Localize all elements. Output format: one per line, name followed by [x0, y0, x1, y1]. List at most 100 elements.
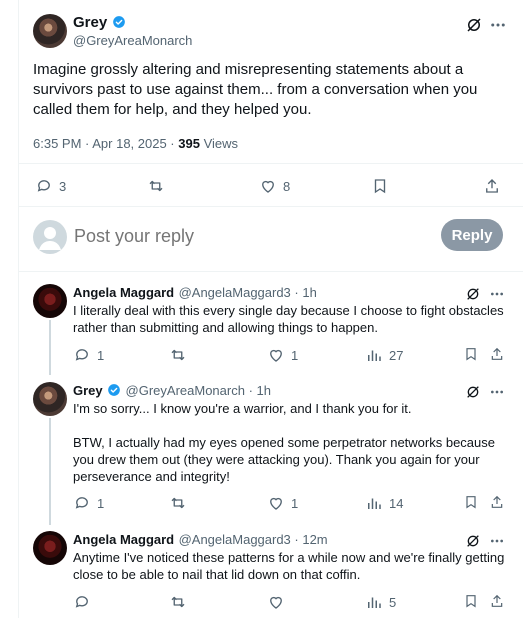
reply-text-line: you drew them out (they were attacking y… — [73, 452, 480, 467]
like-count: 1 — [291, 347, 299, 363]
post-reply-button[interactable]: Reply — [441, 219, 503, 251]
avatar[interactable] — [33, 531, 67, 565]
views-button[interactable]: 5 — [365, 593, 396, 611]
repost-button[interactable] — [147, 177, 165, 195]
grok-icon[interactable] — [465, 533, 481, 549]
grok-icon[interactable] — [465, 286, 481, 302]
repost-icon[interactable] — [169, 593, 187, 611]
avatar[interactable] — [33, 382, 67, 416]
like-count: 1 — [291, 495, 299, 511]
bookmark-icon[interactable] — [463, 593, 479, 609]
heart-icon — [270, 596, 282, 609]
thread-frame: Grey @GreyAreaMonarch Imagine grossly al… — [18, 0, 523, 618]
reply-text: Anytime I've noticed these patterns for … — [73, 549, 521, 583]
share-icon[interactable] — [489, 494, 505, 510]
analytics-icon — [368, 498, 381, 509]
reply-header: Angela Maggard @AngelaMaggard3 · 12m — [73, 531, 328, 549]
repost-icon[interactable] — [169, 346, 187, 364]
more-options-icon[interactable] — [489, 286, 505, 302]
share-icon[interactable] — [489, 593, 505, 609]
reply-icon — [75, 349, 88, 361]
reply-text-line: I'm so sorry... I know you're a warrior,… — [73, 401, 412, 416]
tweet-header: Grey @GreyAreaMonarch — [73, 14, 192, 50]
reply-button[interactable]: 3 — [35, 177, 66, 195]
reply-icon — [75, 497, 88, 509]
default-user-icon — [39, 227, 61, 250]
divider — [19, 163, 523, 164]
reply-text-line: I literally deal with this every single … — [73, 303, 504, 318]
divider — [19, 271, 523, 272]
avatar[interactable] — [33, 14, 67, 48]
author-name[interactable]: Angela Maggard — [73, 532, 174, 547]
views-count: 5 — [389, 594, 397, 610]
reply-text: I literally deal with this every single … — [73, 302, 521, 336]
reply-text: I'm so sorry... I know you're a warrior,… — [73, 400, 521, 485]
reply-text-line: BTW, I actually had my eyes opened some … — [73, 435, 495, 450]
tweet-text-line: survivors past to use against them... fr… — [33, 81, 478, 98]
author-handle[interactable]: @AngelaMaggard3 · 12m — [179, 532, 328, 547]
reply-button[interactable]: 1 — [73, 494, 104, 512]
reply-header: Angela Maggard @AngelaMaggard3 · 1h — [73, 284, 317, 302]
author-handle[interactable]: @AngelaMaggard3 · 1h — [179, 285, 317, 300]
reply-text-line — [73, 417, 521, 434]
more-options-icon[interactable] — [489, 16, 507, 34]
repost-icon — [149, 180, 163, 192]
repost-icon[interactable] — [169, 494, 187, 512]
reply-icon — [37, 180, 50, 192]
heart-icon — [270, 497, 282, 510]
like-button[interactable]: 1 — [267, 494, 298, 512]
tweet-text-line: Imagine grossly altering and misrepresen… — [33, 61, 464, 78]
analytics-icon — [368, 597, 381, 608]
reply-button[interactable] — [73, 593, 97, 611]
share-icon[interactable] — [483, 177, 501, 195]
reply-text-line: perseverance and integrity! — [73, 469, 230, 484]
reply-header: Grey @GreyAreaMonarch · 1h — [73, 382, 271, 400]
analytics-icon — [368, 350, 381, 361]
reply-count: 1 — [97, 347, 105, 363]
reply-count: 3 — [59, 178, 67, 194]
thread-line — [49, 320, 51, 375]
heart-icon — [262, 180, 274, 193]
current-user-avatar — [33, 220, 67, 254]
more-options-icon[interactable] — [489, 384, 505, 400]
bookmark-icon[interactable] — [371, 177, 389, 195]
views-button[interactable]: 14 — [365, 494, 403, 512]
tweet-timestamp[interactable]: 6:35 PM · Apr 18, 2025 · — [33, 136, 175, 151]
reply-button[interactable]: 1 — [73, 346, 104, 364]
share-icon[interactable] — [489, 346, 505, 362]
reply-icon — [75, 596, 88, 608]
author-handle[interactable]: @GreyAreaMonarch — [73, 32, 192, 50]
view-count: 395 — [178, 136, 200, 151]
bookmark-icon[interactable] — [463, 494, 479, 510]
author-handle[interactable]: @GreyAreaMonarch · 1h — [126, 383, 271, 398]
author-name[interactable]: Grey — [73, 383, 103, 398]
author-name[interactable]: Angela Maggard — [73, 285, 174, 300]
heart-icon — [270, 349, 282, 362]
views-count: 27 — [389, 347, 404, 363]
reply-count: 1 — [97, 495, 105, 511]
views-button[interactable]: 27 — [365, 346, 403, 364]
tweet-text: Imagine grossly altering and misrepresen… — [33, 60, 513, 120]
divider — [19, 206, 523, 207]
more-options-icon[interactable] — [489, 533, 505, 549]
views-count: 14 — [389, 495, 404, 511]
like-button[interactable]: 8 — [259, 177, 290, 195]
reply-text-line: Anytime I've noticed these patterns for … — [73, 550, 505, 565]
grok-icon[interactable] — [465, 384, 481, 400]
thread-line — [49, 418, 51, 525]
reply-input[interactable] — [74, 222, 434, 250]
verified-badge-icon — [108, 384, 120, 396]
like-button[interactable]: 1 — [267, 346, 298, 364]
reply-text-line: close to be able to nail that lid down o… — [73, 567, 361, 582]
reply-text-line: rather than submitting and allowing thin… — [73, 320, 378, 335]
author-name[interactable]: Grey — [73, 14, 107, 31]
tweet-text-line: called them for help, and they helped yo… — [33, 101, 312, 118]
bookmark-icon[interactable] — [463, 346, 479, 362]
verified-badge-icon — [112, 16, 125, 28]
like-button[interactable] — [267, 593, 291, 611]
tweet-meta: 6:35 PM · Apr 18, 2025 · 395 Views — [33, 136, 238, 151]
views-label: Views — [203, 136, 239, 151]
avatar[interactable] — [33, 284, 67, 318]
like-count: 8 — [283, 178, 291, 194]
grok-icon[interactable] — [465, 16, 483, 34]
